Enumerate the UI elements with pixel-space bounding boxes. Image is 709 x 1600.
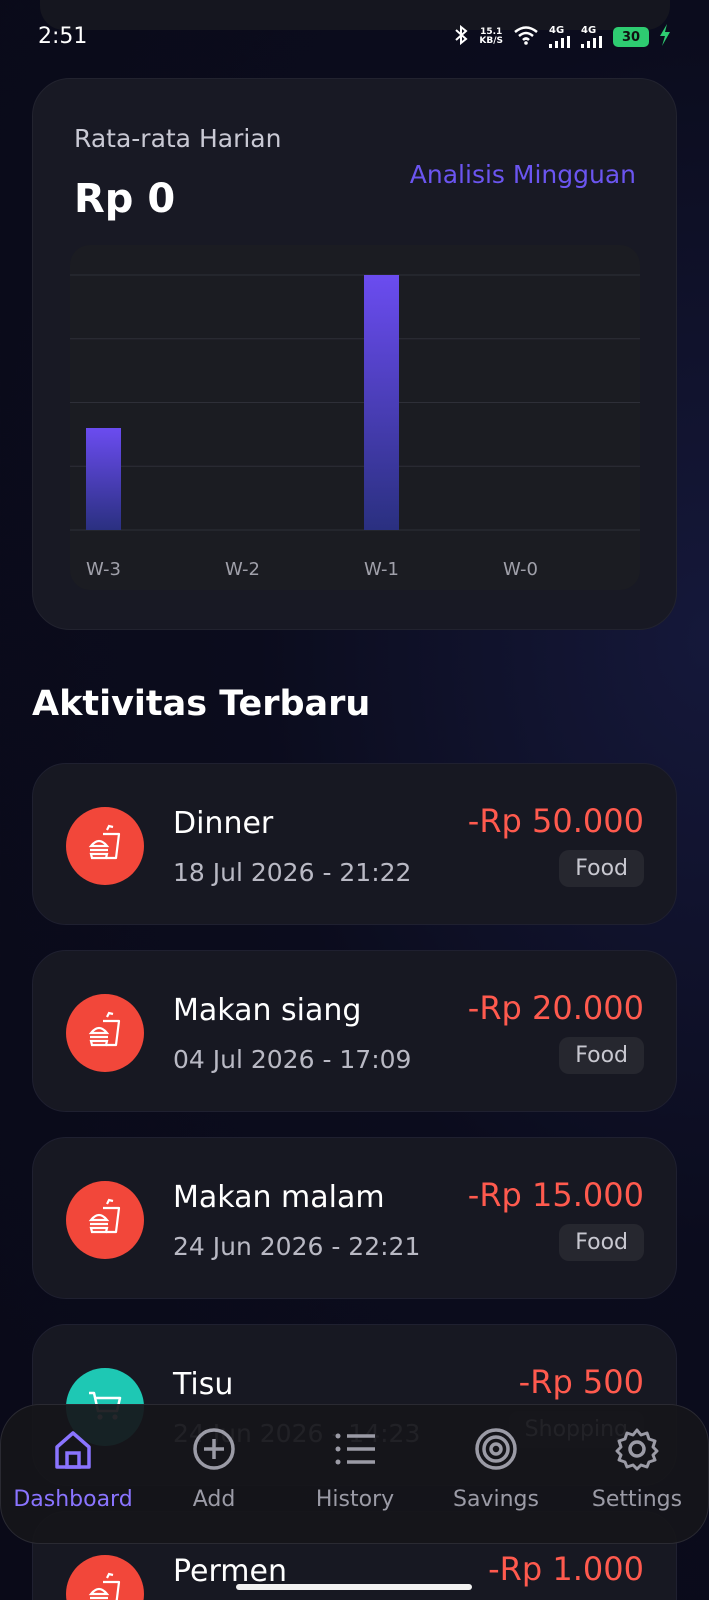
signal-icon-2: 4G bbox=[581, 26, 603, 48]
signal-icon-1: 4G bbox=[549, 26, 571, 48]
nav-add-label: Add bbox=[192, 1487, 236, 1512]
category-badge: Food bbox=[559, 1224, 644, 1261]
bottom-navigation: Dashboard Add History Savings Settings bbox=[0, 1404, 709, 1544]
burger-icon bbox=[85, 824, 125, 868]
add-circle-icon bbox=[192, 1427, 236, 1475]
home-indicator[interactable] bbox=[236, 1584, 472, 1590]
nav-dashboard[interactable]: Dashboard bbox=[3, 1427, 143, 1512]
activity-amount: -Rp 20.000 bbox=[467, 989, 644, 1027]
daily-average-value: Rp 0 bbox=[74, 176, 176, 222]
activity-title: Makan malam bbox=[173, 1180, 385, 1215]
bluetooth-icon bbox=[453, 24, 469, 50]
wifi-icon bbox=[513, 25, 539, 49]
bar-w-3 bbox=[86, 428, 121, 530]
activity-card[interactable]: Makan malam 24 Jun 2026 - 22:21 -Rp 15.000… bbox=[32, 1137, 677, 1299]
status-icons: 15.1 KB/S 4G 4G 30 bbox=[453, 24, 671, 50]
daily-average-label: Rata-rata Harian bbox=[74, 124, 282, 153]
category-icon-circle bbox=[66, 994, 144, 1072]
category-badge: Food bbox=[559, 1037, 644, 1074]
burger-icon bbox=[85, 1011, 125, 1055]
nav-add[interactable]: Add bbox=[144, 1427, 284, 1512]
status-time: 2:51 bbox=[38, 24, 88, 49]
network-speed: 15.1 KB/S bbox=[479, 28, 503, 46]
burger-icon bbox=[85, 1198, 125, 1242]
section-title: Aktivitas Terbaru bbox=[32, 684, 371, 724]
activity-date: 04 Jul 2026 - 17:09 bbox=[173, 1045, 412, 1074]
category-badge: Food bbox=[559, 850, 644, 887]
nav-settings-label: Settings bbox=[591, 1487, 683, 1512]
activity-card[interactable]: Makan siang 04 Jul 2026 - 17:09 -Rp 20.000… bbox=[32, 950, 677, 1112]
category-icon-circle bbox=[66, 807, 144, 885]
nav-savings-label: Savings bbox=[453, 1487, 539, 1512]
chart-svg: W-3 W-2 W-1 W-0 bbox=[70, 274, 640, 580]
bar-w-1 bbox=[364, 275, 399, 530]
gear-icon bbox=[615, 1427, 659, 1475]
speed-unit: KB/S bbox=[479, 36, 503, 46]
activity-date: 24 Jun 2026 - 22:21 bbox=[173, 1232, 421, 1261]
battery-indicator: 30 bbox=[613, 27, 649, 47]
charging-icon bbox=[659, 24, 671, 50]
nav-history-label: History bbox=[315, 1487, 395, 1512]
burger-icon bbox=[85, 1572, 125, 1600]
nav-settings[interactable]: Settings bbox=[567, 1427, 707, 1512]
activity-card[interactable]: Dinner 18 Jul 2026 - 21:22 -Rp 50.000 Food bbox=[32, 763, 677, 925]
network-type-1: 4G bbox=[549, 25, 565, 36]
x-tick-label: W-0 bbox=[503, 559, 538, 580]
activity-date: 18 Jul 2026 - 21:22 bbox=[173, 858, 412, 887]
x-tick-label: W-2 bbox=[225, 559, 260, 580]
weekly-analysis-link[interactable]: Analisis Mingguan bbox=[410, 160, 636, 189]
nav-dashboard-label: Dashboard bbox=[13, 1487, 133, 1512]
activity-title: Makan siang bbox=[173, 993, 362, 1028]
x-tick-label: W-1 bbox=[364, 559, 399, 580]
activity-amount: -Rp 1.000 bbox=[488, 1550, 644, 1588]
activity-title: Tisu bbox=[173, 1367, 234, 1402]
category-icon-circle bbox=[66, 1181, 144, 1259]
weekly-bar-chart: W-3 W-2 W-1 W-0 bbox=[70, 245, 640, 590]
home-icon bbox=[51, 1427, 95, 1475]
category-icon-circle bbox=[66, 1555, 144, 1600]
x-tick-label: W-3 bbox=[86, 559, 121, 580]
nav-history[interactable]: History bbox=[285, 1427, 425, 1512]
nav-savings[interactable]: Savings bbox=[426, 1427, 566, 1512]
activity-amount: -Rp 50.000 bbox=[467, 802, 644, 840]
activity-amount: -Rp 15.000 bbox=[467, 1176, 644, 1214]
list-icon bbox=[333, 1427, 377, 1475]
target-icon bbox=[474, 1427, 518, 1475]
network-type-2: 4G bbox=[581, 25, 597, 36]
activity-amount: -Rp 500 bbox=[518, 1363, 644, 1401]
activity-title: Dinner bbox=[173, 806, 274, 841]
